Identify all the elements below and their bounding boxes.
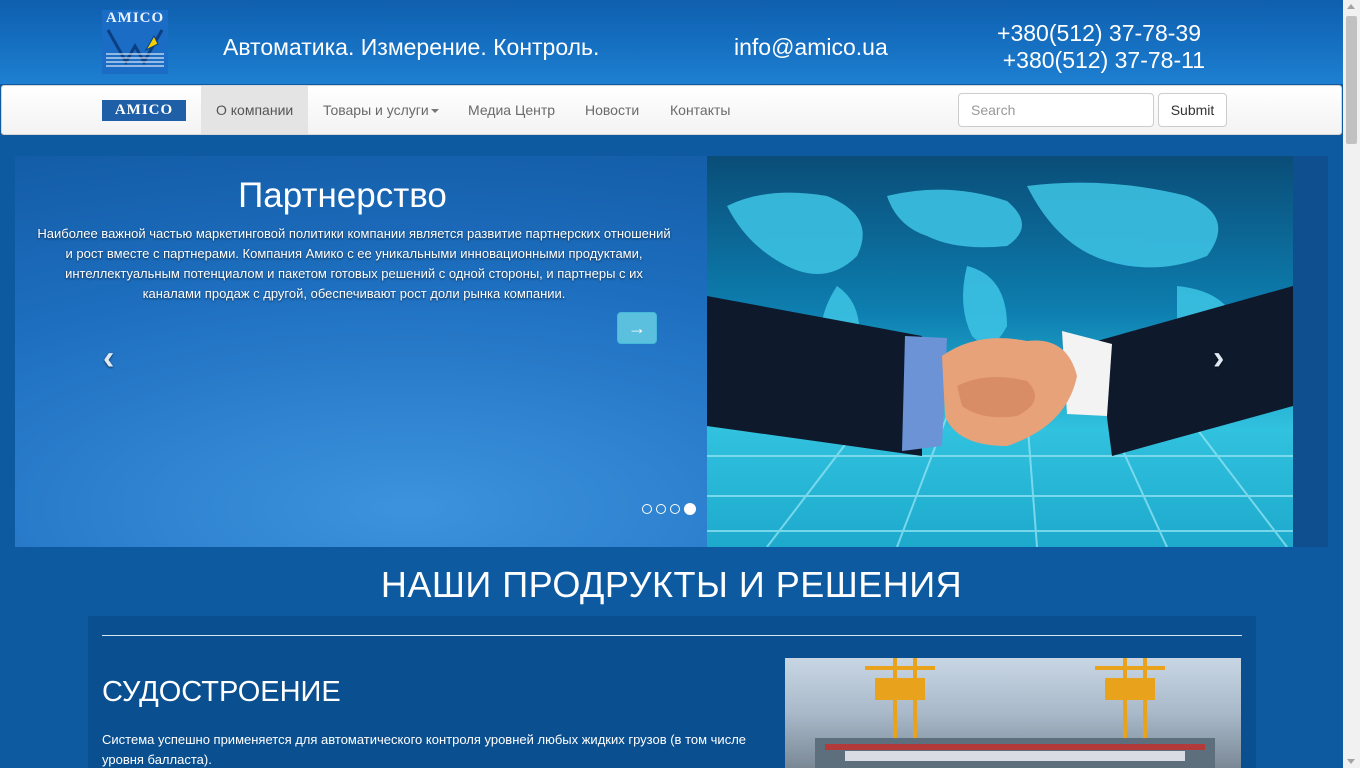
slide-title: Партнерство: [238, 176, 447, 215]
carousel-indicator-3[interactable]: [670, 503, 680, 514]
main-navbar: AMICO О компании Товары и услуги Медиа Ц…: [1, 85, 1342, 135]
scroll-up-icon[interactable]: [1347, 4, 1355, 9]
nav-item-about[interactable]: О компании: [201, 86, 309, 134]
shipyard-cranes-image: [785, 658, 1241, 768]
caret-down-icon: [430, 109, 439, 114]
site-header: AMICO Автоматика. Измерение. Контроль. i…: [0, 0, 1343, 84]
nav-item-products-dropdown[interactable]: Товары и услуги: [308, 86, 454, 134]
carousel-indicator-1[interactable]: [642, 503, 652, 514]
nav-item-label: Медиа Центр: [468, 102, 556, 118]
product-heading: СУДОСТРОЕНИЕ: [102, 676, 341, 708]
carousel-prev-icon[interactable]: ‹: [103, 339, 114, 378]
logo-emblem-icon: [106, 29, 164, 67]
carousel-indicators: [642, 500, 700, 515]
carousel-indicator-4[interactable]: [684, 502, 696, 515]
carousel-next-icon[interactable]: ›: [1213, 339, 1224, 378]
nav-item-label: Товары и услуги: [323, 102, 429, 118]
shipyard-illustration: [815, 658, 1215, 768]
section-divider: [102, 635, 1242, 636]
scroll-down-icon[interactable]: [1347, 759, 1355, 764]
search-input[interactable]: [958, 93, 1154, 127]
slide-text: Наиболее важной частью маркетинговой пол…: [37, 226, 671, 301]
handshake-illustration: [707, 182, 1293, 547]
navbar-brand-logo[interactable]: AMICO: [102, 100, 186, 121]
scrollbar-thumb[interactable]: [1346, 16, 1357, 144]
hero-carousel: Партнерство Наиболее важной частью марке…: [15, 156, 1328, 547]
carousel-indicator-2[interactable]: [656, 503, 666, 514]
nav-item-contacts[interactable]: Контакты: [655, 86, 745, 134]
contact-phone-1[interactable]: +380(512) 37-78-39: [997, 20, 1201, 47]
amico-logo[interactable]: AMICO: [102, 10, 168, 74]
product-panel-shipbuilding: СУДОСТРОЕНИЕ Система успешно применяется…: [88, 616, 1256, 768]
contact-email[interactable]: info@amico.ua: [734, 34, 888, 61]
carousel-edge: [1293, 156, 1328, 547]
submit-button[interactable]: Submit: [1158, 93, 1227, 127]
products-section-title: НАШИ ПРОДРУКТЫ И РЕШЕНИЯ: [380, 564, 963, 605]
nav-item-label: О компании: [216, 102, 294, 118]
site-tagline: Автоматика. Измерение. Контроль.: [223, 34, 600, 60]
nav-item-news[interactable]: Новости: [570, 86, 654, 134]
page-scrollbar[interactable]: [1343, 0, 1360, 768]
nav-item-media[interactable]: Медиа Центр: [453, 86, 570, 134]
contact-phone-2[interactable]: +380(512) 37-78-11: [1003, 47, 1205, 74]
product-description: Система успешно применяется для автомати…: [102, 732, 747, 767]
nav-item-label: Контакты: [670, 102, 731, 118]
handshake-world-map-image: [707, 156, 1293, 547]
nav-item-label: Новости: [585, 102, 640, 118]
slide-more-button[interactable]: →: [617, 312, 657, 344]
